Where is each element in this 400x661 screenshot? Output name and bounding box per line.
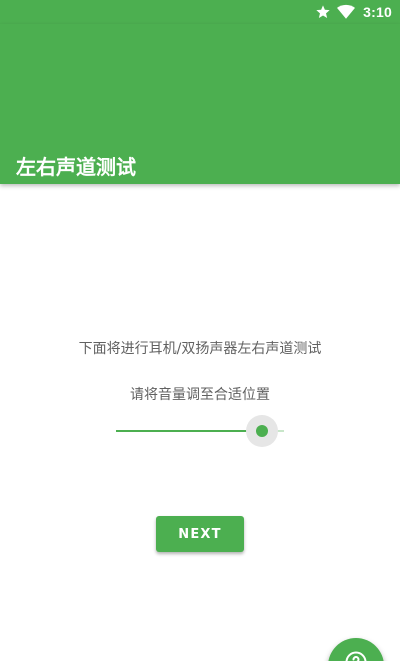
help-fab-button[interactable]: [328, 638, 384, 661]
volume-instruction: 请将音量调至合适位置: [130, 387, 270, 403]
star-icon: [315, 4, 331, 20]
app-bar: 左右声道测试: [0, 24, 400, 184]
wifi-icon: [337, 4, 356, 20]
volume-slider[interactable]: [116, 414, 284, 448]
test-description: 下面将进行耳机/双扬声器左右声道测试: [78, 341, 322, 357]
help-icon: [344, 650, 368, 661]
status-time: 3:10: [363, 4, 392, 20]
next-button[interactable]: NEXT: [156, 516, 244, 552]
main-content: 下面将进行耳机/双扬声器左右声道测试 请将音量调至合适位置 NEXT: [0, 184, 400, 661]
status-bar: 3:10: [0, 0, 400, 24]
page-title: 左右声道测试: [16, 155, 136, 179]
slider-thumb[interactable]: [256, 425, 268, 437]
slider-track-active: [116, 430, 262, 432]
